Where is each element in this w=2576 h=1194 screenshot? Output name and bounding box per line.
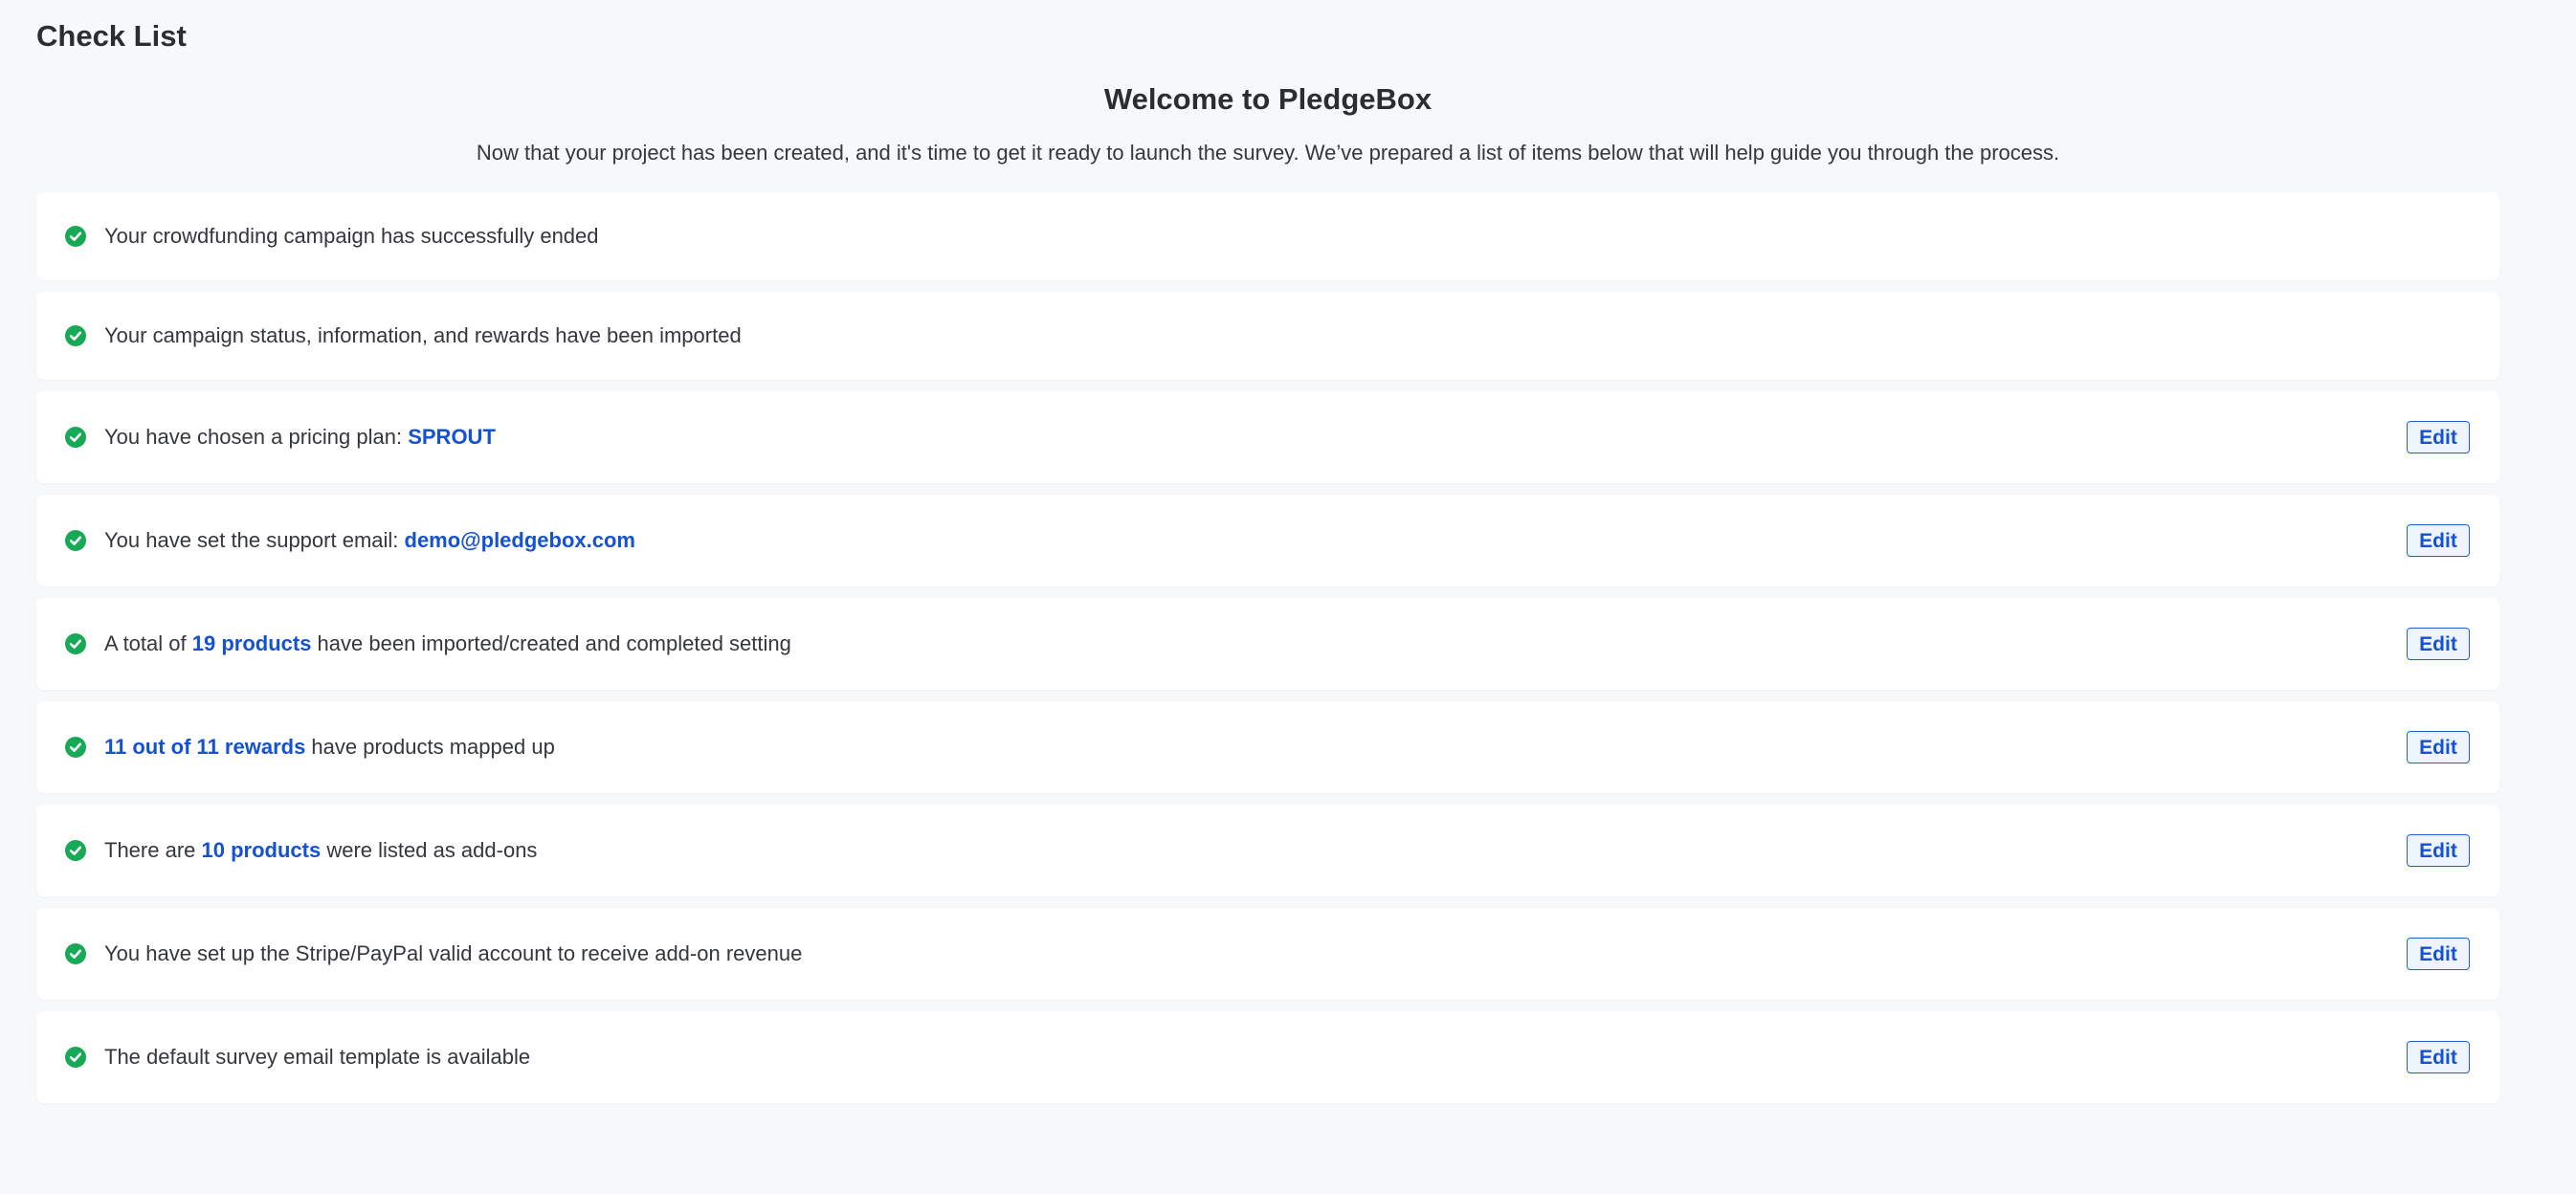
support-email-value: demo@pledgebox.com <box>404 528 635 552</box>
add-ons-count-value: 10 products <box>201 838 322 862</box>
welcome-title: Welcome to PledgeBox <box>1103 82 1432 116</box>
checklist-item-text: You have chosen a pricing plan: SPROUT <box>104 425 496 449</box>
checklist-item-add-ons: There are 10 products were listed as add… <box>36 805 2499 896</box>
checklist-item-text: You have set the support email: demo@ple… <box>104 528 635 552</box>
checklist-item-products: A total of 19 products have been importe… <box>36 598 2499 690</box>
checklist-item-text: Your campaign status, information, and r… <box>104 323 742 347</box>
checklist-item-text: A total of 19 products have been importe… <box>104 631 791 655</box>
checklist-item-email-template: The default survey email template is ava… <box>36 1011 2499 1103</box>
checklist-item-text: 11 out of 11 rewards have products mappe… <box>104 735 555 759</box>
edit-products-button[interactable]: Edit <box>2407 628 2470 660</box>
checklist-item-text: The default survey email template is ava… <box>104 1045 531 1069</box>
check-circle-icon <box>65 530 86 551</box>
checklist-item-campaign-imported: Your campaign status, information, and r… <box>36 292 2499 380</box>
edit-payment-account-button[interactable]: Edit <box>2407 938 2470 970</box>
pricing-plan-value: SPROUT <box>408 425 496 449</box>
page-title: Check List <box>36 19 187 53</box>
check-circle-icon <box>65 1047 86 1068</box>
check-circle-icon <box>65 840 86 861</box>
edit-support-email-button[interactable]: Edit <box>2407 524 2470 557</box>
check-circle-icon <box>65 427 86 448</box>
check-circle-icon <box>65 943 86 964</box>
checklist-item-text: Your crowdfunding campaign has successfu… <box>104 224 599 248</box>
edit-rewards-mapping-button[interactable]: Edit <box>2407 731 2470 763</box>
check-circle-icon <box>65 325 86 346</box>
checklist-item-text: You have set up the Stripe/PayPal valid … <box>104 941 803 965</box>
check-circle-icon <box>65 737 86 758</box>
edit-add-ons-button[interactable]: Edit <box>2407 834 2470 867</box>
check-circle-icon <box>65 633 86 654</box>
rewards-mapped-value: 11 out of 11 rewards <box>104 735 306 759</box>
products-count-value: 19 products <box>191 631 312 655</box>
checklist-item-text: There are 10 products were listed as add… <box>104 838 538 862</box>
edit-email-template-button[interactable]: Edit <box>2407 1041 2470 1073</box>
checklist-item-support-email: You have set the support email: demo@ple… <box>36 495 2499 586</box>
checklist-item-payment-account: You have set up the Stripe/PayPal valid … <box>36 908 2499 1000</box>
checklist-item-pricing-plan: You have chosen a pricing plan: SPROUT E… <box>36 391 2499 483</box>
check-circle-icon <box>65 226 86 247</box>
checklist-item-rewards-mapping: 11 out of 11 rewards have products mappe… <box>36 701 2499 793</box>
edit-pricing-plan-button[interactable]: Edit <box>2407 421 2470 453</box>
intro-text: Now that your project has been created, … <box>476 141 2060 165</box>
checklist-item-campaign-ended: Your crowdfunding campaign has successfu… <box>36 192 2499 280</box>
